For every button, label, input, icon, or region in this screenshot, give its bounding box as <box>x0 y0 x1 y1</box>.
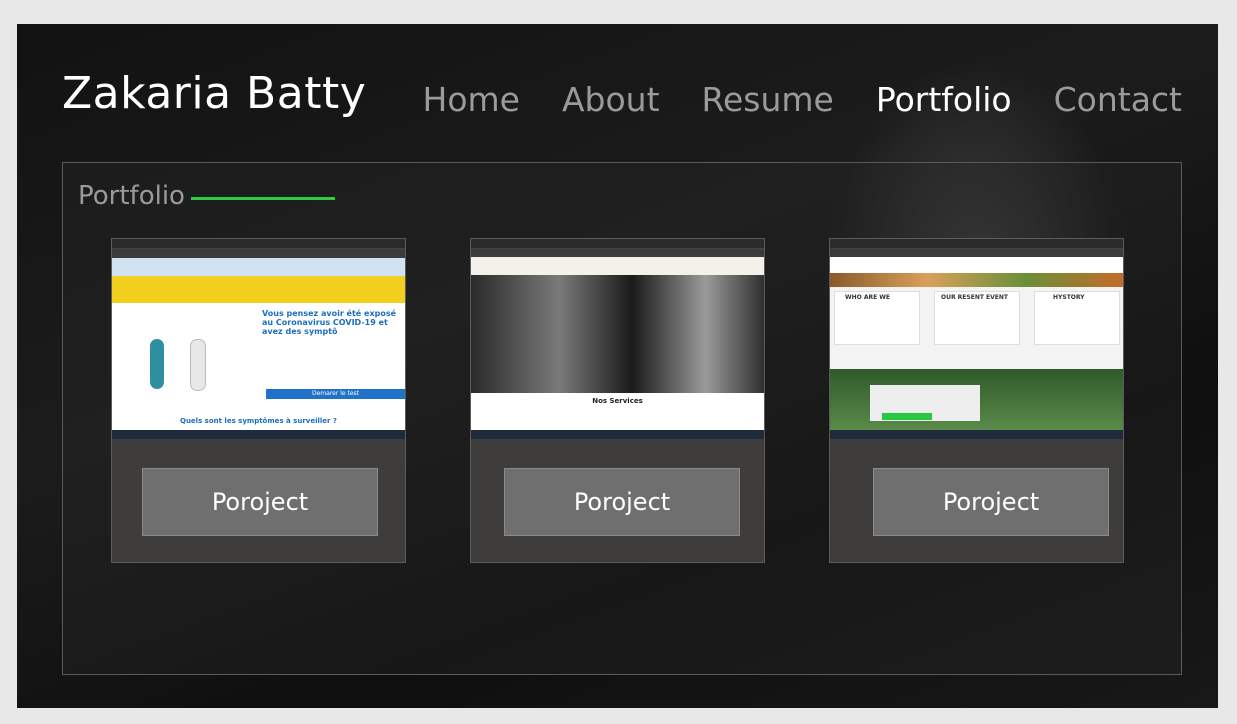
title-underline <box>190 196 335 200</box>
thumb-cta-button: Demarer le test <box>266 389 405 399</box>
browser-tabbar <box>471 239 764 249</box>
thumb-cta-label: Demarer le test <box>311 390 360 397</box>
project-button-1[interactable]: Poroject <box>142 468 378 536</box>
browser-tabbar <box>830 239 1123 249</box>
portfolio-title: Portfolio <box>78 181 185 211</box>
thumb-body: Vous pensez avoir été exposé au Coronavi… <box>112 303 405 430</box>
portfolio-card-3: WHO ARE WE OUR RESENT EVENT HYSTORY Poro… <box>829 238 1124 563</box>
project-thumbnail-2[interactable]: Nos Services <box>471 239 764 439</box>
nav-contact[interactable]: Contact <box>1054 80 1182 119</box>
thumb-header <box>112 258 405 276</box>
thumb-services: Nos Services <box>471 393 764 430</box>
portfolio-card-1: Vous pensez avoir été exposé au Coronavi… <box>111 238 406 563</box>
thumb-image-strip <box>830 273 1123 287</box>
thumb-card: WHO ARE WE <box>834 291 920 345</box>
thumb-card: HYSTORY <box>1034 291 1120 345</box>
thumb-navbar <box>471 257 764 275</box>
thumb-info-cards: WHO ARE WE OUR RESENT EVENT HYSTORY <box>830 287 1123 369</box>
thumb-banner <box>112 276 405 304</box>
portfolio-panel: Portfolio Vous pensez avoir été exposé a… <box>62 162 1182 675</box>
nav-portfolio[interactable]: Portfolio <box>876 80 1012 119</box>
page-frame: Zakaria Batty Home About Resume Portfoli… <box>17 24 1218 708</box>
thumb-hero-image <box>471 275 764 393</box>
thumb-card-title: HYSTORY <box>1053 294 1085 301</box>
main-nav: Home About Resume Portfolio Contact <box>423 80 1183 119</box>
thumb-navbar <box>830 257 1123 273</box>
thumb-green-button <box>882 413 932 420</box>
site-brand[interactable]: Zakaria Batty <box>62 68 366 119</box>
project-button-2[interactable]: Poroject <box>504 468 740 536</box>
windows-taskbar <box>471 430 764 439</box>
thumb-headline: Vous pensez avoir été exposé au Coronavi… <box>262 309 397 336</box>
doctor-illustration <box>150 339 164 389</box>
nav-about[interactable]: About <box>562 80 660 119</box>
browser-addressbar <box>112 249 405 258</box>
nav-home[interactable]: Home <box>423 80 520 119</box>
windows-taskbar <box>112 430 405 439</box>
portfolio-card-2: Nos Services Poroject <box>470 238 765 563</box>
thumb-footer-text: Quels sont les symptômes à surveiller ? <box>180 417 337 425</box>
thumb-card-title: WHO ARE WE <box>845 294 890 301</box>
browser-tabbar <box>112 239 405 249</box>
nav-resume[interactable]: Resume <box>702 80 834 119</box>
thumb-card: OUR RESENT EVENT <box>934 291 1020 345</box>
windows-taskbar <box>830 430 1123 439</box>
project-thumbnail-3[interactable]: WHO ARE WE OUR RESENT EVENT HYSTORY <box>830 239 1123 439</box>
doctor-illustration <box>190 339 206 391</box>
portfolio-heading: Portfolio <box>78 181 335 211</box>
thumb-card-title: OUR RESENT EVENT <box>941 294 1008 301</box>
thumb-section-title: Nos Services <box>592 397 643 405</box>
project-button-3[interactable]: Poroject <box>873 468 1109 536</box>
project-thumbnail-1[interactable]: Vous pensez avoir été exposé au Coronavi… <box>112 239 405 439</box>
thumb-nature-banner <box>830 369 1123 430</box>
